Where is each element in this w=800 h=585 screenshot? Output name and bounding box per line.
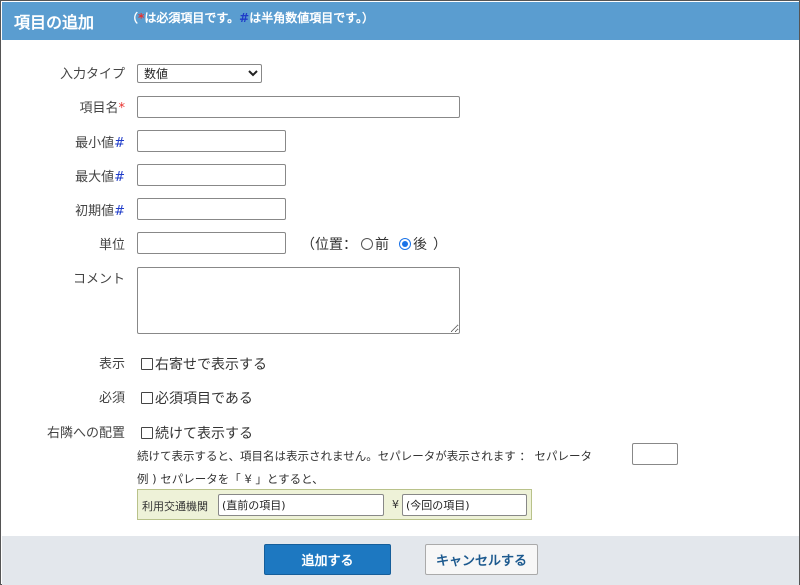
position-suffix: ） [433,237,447,253]
example-text: 例 ) セパレータを「 ¥ 」とすると、 [137,472,324,486]
required-label: 必須 [98,391,125,406]
header-note: （*は必須項目です。#は半角数値項目です。） [126,10,374,25]
position-prefix: （位置： [301,237,357,253]
position-after-label[interactable]: 後 [413,234,427,254]
required-option-label[interactable]: 必須項目である [155,388,253,408]
example-next-field [402,494,527,516]
input-type-select[interactable]: 数値 [137,64,262,83]
placement-option[interactable]: 続けて表示する [141,423,253,443]
unit-input[interactable] [137,232,286,254]
max-value-label: 最大値# [75,170,125,185]
item-name-label: 項目名* [79,101,126,116]
placement-label: 右隣への配置 [46,426,125,441]
add-item-dialog: 項目の追加 （*は必須項目です。#は半角数値項目です。） 入力タイプ 数値 項目… [0,0,800,585]
example-prev-field [218,494,384,516]
numeric-mark: # [114,136,125,151]
numeric-mark: # [114,170,125,185]
required-checkbox[interactable] [141,392,153,404]
cancel-button[interactable]: キャンセルする [425,544,538,575]
right-align-checkbox[interactable] [141,358,153,370]
example-separator: ¥ [392,498,399,511]
separator-example: 利用交通機関 ¥ [137,489,532,520]
initial-value-label: 初期値# [75,204,125,219]
initial-value-input[interactable] [137,198,286,220]
dialog-title: 項目の追加 [14,13,95,32]
numeric-mark: # [114,204,125,219]
dialog-header: 項目の追加 （*は必須項目です。#は半角数値項目です。） [2,2,799,40]
dialog-footer: 追加する キャンセルする [2,536,799,585]
example-label: 利用交通機関 [142,500,208,513]
required-mark: * [118,101,126,116]
right-align-label[interactable]: 右寄せで表示する [155,354,267,374]
input-type-label: 入力タイプ [59,67,125,82]
numeric-mark-legend: # [239,10,250,25]
position-after-radio[interactable] [399,238,411,250]
min-value-input[interactable] [137,130,286,152]
item-name-input[interactable] [137,96,460,118]
unit-label: 単位 [98,238,125,253]
display-option[interactable]: 右寄せで表示する [141,354,267,374]
placement-note: 続けて表示すると、項目名は表示されません。セパレータが表示されます ： セパレー… [137,449,593,463]
max-value-input[interactable] [137,164,286,186]
continue-display-checkbox[interactable] [141,427,153,439]
position-before-radio[interactable] [361,238,373,250]
min-value-label: 最小値# [75,136,125,151]
position-before-label[interactable]: 前 [375,234,389,254]
required-option[interactable]: 必須項目である [141,388,253,408]
add-button[interactable]: 追加する [264,544,391,575]
display-label: 表示 [98,357,125,372]
comment-textarea[interactable] [137,267,460,334]
continue-display-label[interactable]: 続けて表示する [155,423,253,443]
separator-input[interactable] [632,443,678,465]
comment-label: コメント [72,272,125,287]
unit-position-group: （位置： 前 後 ） [301,234,447,254]
